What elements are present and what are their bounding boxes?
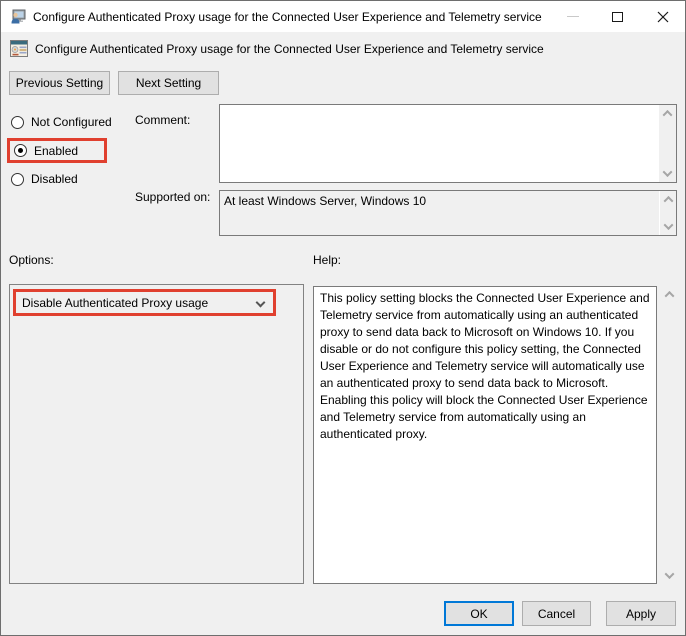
radio-not-configured-label: Not Configured: [31, 115, 112, 129]
close-icon: [657, 11, 669, 23]
dropdown-highlight-box: Disable Authenticated Proxy usage: [13, 289, 276, 316]
policy-setting-icon: [10, 40, 28, 57]
chevron-down-icon: [256, 298, 266, 308]
proxy-usage-dropdown[interactable]: Disable Authenticated Proxy usage: [16, 292, 273, 313]
enabled-highlight-box: Enabled: [7, 138, 107, 163]
ok-button[interactable]: OK: [444, 601, 514, 626]
supported-on-value: At least Windows Server, Windows 10: [220, 191, 659, 235]
help-scrollbar[interactable]: [661, 286, 678, 584]
window-title: Configure Authenticated Proxy usage for …: [33, 10, 542, 24]
scroll-up-icon[interactable]: [660, 191, 677, 208]
help-textbox[interactable]: This policy setting blocks the Connected…: [313, 286, 657, 584]
radio-disabled[interactable]: Disabled: [11, 172, 78, 186]
scroll-up-icon[interactable]: [659, 105, 676, 122]
scroll-down-icon[interactable]: [660, 218, 677, 235]
scroll-down-icon[interactable]: [659, 165, 676, 182]
supported-on-box: At least Windows Server, Windows 10: [219, 190, 677, 236]
previous-setting-button[interactable]: Previous Setting: [9, 71, 110, 95]
supported-on-scrollbar[interactable]: [659, 191, 676, 235]
proxy-usage-dropdown-value: Disable Authenticated Proxy usage: [22, 296, 208, 310]
radio-disabled-label: Disabled: [31, 172, 78, 186]
minimize-icon: [567, 16, 579, 17]
titlebar: Configure Authenticated Proxy usage for …: [1, 1, 685, 32]
policy-title: Configure Authenticated Proxy usage for …: [35, 42, 544, 56]
next-setting-button[interactable]: Next Setting: [118, 71, 219, 95]
radio-enabled-label: Enabled: [34, 144, 78, 158]
scroll-down-icon[interactable]: [661, 567, 678, 584]
radio-disabled-circle[interactable]: [11, 173, 24, 186]
comment-value[interactable]: [220, 105, 659, 182]
scroll-up-icon[interactable]: [661, 286, 678, 303]
maximize-button[interactable]: [595, 1, 640, 32]
comment-scrollbar[interactable]: [659, 105, 676, 182]
supported-on-label: Supported on:: [135, 190, 210, 204]
group-policy-app-icon: [10, 9, 26, 25]
help-label: Help:: [313, 253, 341, 267]
options-panel: Disable Authenticated Proxy usage: [9, 284, 304, 584]
comment-input[interactable]: [219, 104, 677, 183]
options-label: Options:: [9, 253, 54, 267]
policy-header: Configure Authenticated Proxy usage for …: [10, 40, 544, 57]
radio-not-configured-circle[interactable]: [11, 116, 24, 129]
radio-not-configured[interactable]: Not Configured: [11, 115, 112, 129]
radio-enabled[interactable]: [14, 144, 27, 157]
window-controls: [550, 1, 685, 32]
comment-label: Comment:: [135, 113, 190, 127]
help-text: This policy setting blocks the Connected…: [320, 291, 650, 441]
maximize-icon: [612, 12, 623, 22]
cancel-button[interactable]: Cancel: [522, 601, 591, 626]
policy-setting-dialog: Configure Authenticated Proxy usage for …: [0, 0, 686, 636]
close-button[interactable]: [640, 1, 685, 32]
minimize-button[interactable]: [550, 1, 595, 32]
apply-button[interactable]: Apply: [606, 601, 676, 626]
